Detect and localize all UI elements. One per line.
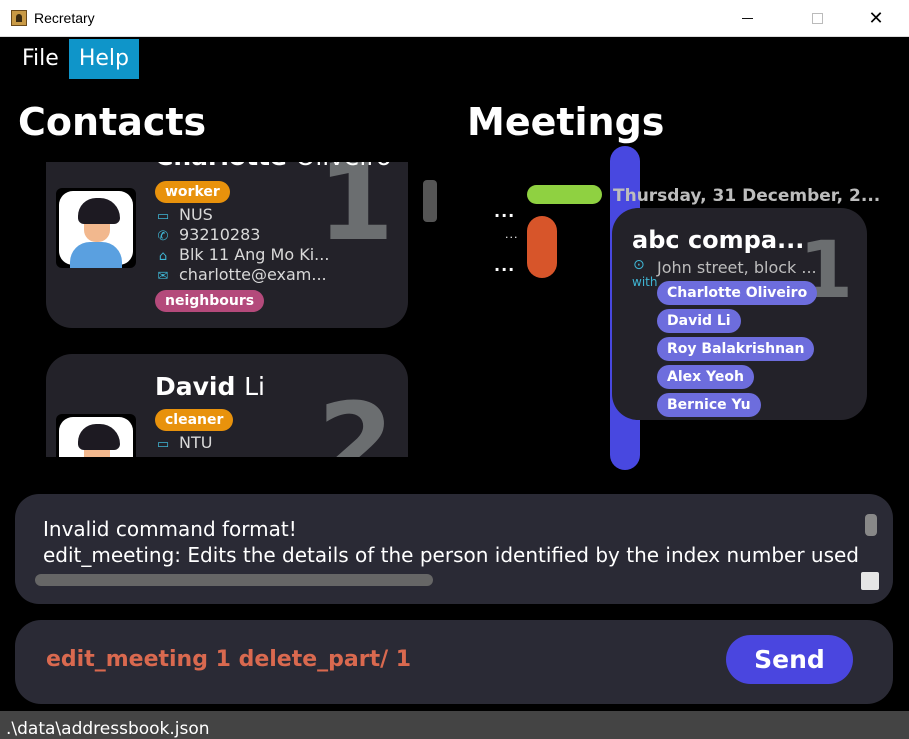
avatar [56,414,136,457]
meetings-heading: Meetings [467,100,665,144]
timeline-pill-green [527,185,602,204]
email-text: charlotte@exam... [179,265,327,284]
participant-chip: Bernice Yu [657,393,761,417]
briefcase-icon: ▭ [156,437,170,452]
contact-card[interactable]: 1 Charlotte Oliveiro worker ▭ NUS ✆ 932102… [46,162,408,328]
title-bar: Recretary ✕ [0,0,909,37]
participant-chip: David Li [657,309,741,333]
briefcase-icon: ▭ [156,209,170,224]
organisation-row: ▭ NUS [155,205,213,225]
close-icon: ✕ [868,7,884,28]
meeting-date: Thursday, 31 December, 2... [613,186,881,206]
command-box: edit_meeting 1 delete_part/ 1 Send [15,620,893,704]
status-bar: .\data\addressbook.json [0,711,909,739]
home-icon: ⌂ [158,249,168,264]
maximize-button[interactable] [794,0,840,36]
participant-chip: Charlotte Oliveiro [657,281,818,305]
contact-first-name: David [155,372,236,401]
contact-last-name: Oliveiro [296,162,392,171]
app-icon [11,10,27,26]
location-pin-icon: ⊙ [633,257,645,273]
data-file-path: .\data\addressbook.json [6,719,210,739]
maximize-icon [811,12,823,24]
minimize-button[interactable] [724,0,770,36]
group-tag: neighbours [155,290,265,312]
address-text: Blk 11 Ang Mo Ki... [179,245,330,264]
organisation-text: NUS [179,205,213,224]
participant-chip: Roy Balakrishnan [657,337,815,361]
email-row: ✉ charlotte@exam... [155,265,327,285]
organisation-row: ▭ NTU [155,433,213,453]
contact-index: 1 [317,162,394,265]
contacts-scrollbar[interactable] [423,180,437,222]
menu-file[interactable]: File [12,39,69,79]
menu-help[interactable]: Help [68,39,139,79]
contact-last-name: Li [244,372,265,401]
send-button[interactable]: Send [726,635,853,684]
address-row: ⌂ Blk 11 Ang Mo Ki... [155,245,330,265]
meeting-location: John street, block ... [657,258,817,277]
phone-text: 93210283 [179,225,261,244]
phone-icon: ✆ [155,455,171,457]
participant-chip: Alex Yeoh [657,365,754,389]
contact-first-name: Charlotte [155,162,287,171]
phone-icon: ✆ [157,229,169,244]
contact-index: 2 [317,379,394,457]
contact-name: Charlotte Oliveiro [155,162,391,171]
close-button[interactable]: ✕ [853,0,899,36]
minimize-icon [741,17,753,19]
phone-row: ✆ 93210283 [155,225,261,245]
timeline-dots: ... [494,202,516,221]
result-line-2: edit_meeting: Edits the details of the p… [43,543,859,567]
timeline-dots: ... [494,256,516,275]
window-title: Recretary [34,10,95,26]
scroll-corner [861,572,879,590]
result-line-1: Invalid command format! [43,517,297,541]
phone-row: ✆ [155,453,179,457]
timeline-pill-orange [527,216,557,278]
result-horizontal-scrollbar[interactable] [35,574,433,586]
meeting-title: abc compa... [632,226,805,254]
avatar [56,188,136,268]
mail-icon: ✉ [157,269,169,284]
with-label: with [632,275,658,289]
role-tag: cleaner [155,409,234,431]
timeline-dots: ... [505,228,519,241]
command-input[interactable]: edit_meeting 1 delete_part/ 1 [46,647,411,672]
contacts-heading: Contacts [18,100,207,144]
result-vertical-scrollbar[interactable] [865,514,877,536]
organisation-text: NTU [179,433,213,452]
result-display[interactable]: Invalid command format! edit_meeting: Ed… [15,494,893,604]
contact-card[interactable]: 2 David Li cleaner ▭ NTU ✆ [46,354,408,457]
contact-name: David Li [155,372,265,401]
contacts-list[interactable]: 1 Charlotte Oliveiro worker ▭ NUS ✆ 932102… [46,162,410,457]
role-tag: worker [155,181,230,203]
meeting-card[interactable]: 1 abc compa... ⊙ John street, block ... … [612,208,867,420]
menu-bar: File Help [12,39,139,79]
